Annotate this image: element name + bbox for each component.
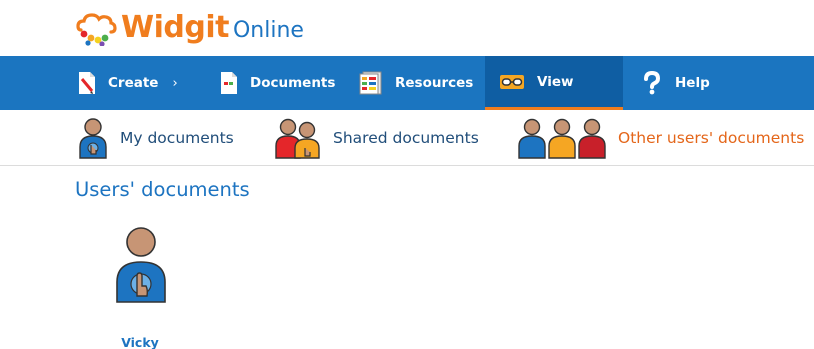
tab-my-documents-label: My documents xyxy=(120,128,234,147)
question-icon xyxy=(641,71,663,95)
app-logo[interactable]: Widgit Online xyxy=(75,8,304,48)
chevron-right-icon: › xyxy=(172,75,178,91)
person-pointing-icon xyxy=(114,224,168,308)
nav-documents-label: Documents xyxy=(250,75,336,91)
nav-resources[interactable]: Resources xyxy=(359,56,473,110)
tab-my-documents[interactable]: My documents xyxy=(78,110,234,165)
nav-help-label: Help xyxy=(675,75,710,91)
tab-other-users-documents-label: Other users' documents xyxy=(618,128,805,147)
nav-create-label: Create xyxy=(108,75,159,91)
nav-create[interactable]: Create › xyxy=(78,56,178,110)
nav-view[interactable]: View xyxy=(485,56,623,110)
logo-wordmark: Widgit xyxy=(121,10,229,45)
logo-suffix: Online xyxy=(232,18,304,43)
nav-resources-label: Resources xyxy=(395,75,474,91)
tab-shared-documents[interactable]: Shared documents xyxy=(275,110,479,165)
cloud-icon xyxy=(76,13,117,46)
document-icon xyxy=(220,71,238,95)
user-name: Vicky xyxy=(121,335,159,349)
single-person-icon xyxy=(78,117,108,159)
tab-shared-documents-label: Shared documents xyxy=(333,128,479,147)
documents-subtabs: My documents Shared documents Other user… xyxy=(0,110,814,166)
resources-icon xyxy=(359,71,383,95)
three-people-icon xyxy=(518,117,606,159)
page-title: Users' documents xyxy=(75,178,250,201)
pencil-document-icon xyxy=(78,71,96,95)
nav-view-label: View xyxy=(537,73,574,90)
nav-help[interactable]: Help xyxy=(641,56,710,110)
main-nav: Create › Documents Resources View Help xyxy=(0,56,814,110)
nav-documents[interactable]: Documents xyxy=(220,56,335,110)
two-people-icon xyxy=(275,117,321,159)
tab-other-users-documents[interactable]: Other users' documents xyxy=(518,110,804,165)
user-card-vicky[interactable]: Vicky xyxy=(100,224,180,349)
glasses-icon xyxy=(499,73,525,91)
